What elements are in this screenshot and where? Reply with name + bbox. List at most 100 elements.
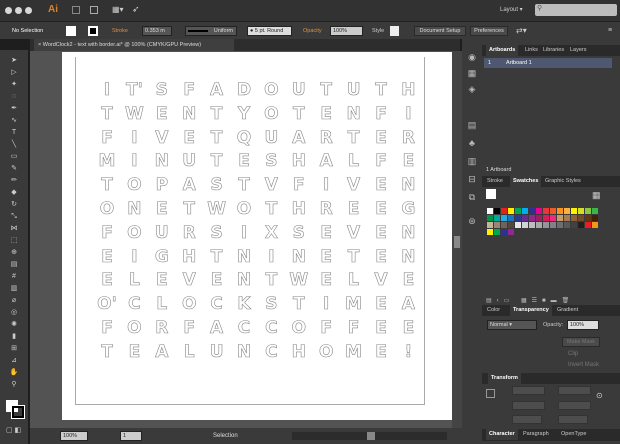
tab-links[interactable]: Links — [522, 45, 541, 56]
gradient-tool-icon[interactable]: ▥ — [9, 284, 19, 293]
shape-builder-tool-icon[interactable]: ⊕ — [9, 248, 19, 257]
color-swatch[interactable] — [578, 208, 584, 214]
color-swatch[interactable] — [494, 208, 500, 214]
tab-paragraph[interactable]: Paragraph — [520, 429, 552, 440]
zoom-window-button[interactable] — [25, 7, 32, 14]
mesh-tool-icon[interactable]: # — [9, 272, 19, 281]
magic-wand-tool-icon[interactable]: ✦ — [9, 80, 19, 89]
artboard-number-input[interactable]: 1 — [120, 431, 142, 441]
tab-transparency[interactable]: Transparency — [510, 305, 552, 316]
search-input[interactable]: ⚲ — [535, 4, 617, 16]
clip-checkbox[interactable]: Clip — [568, 351, 578, 357]
tab-graphic-styles[interactable]: Graphic Styles — [542, 176, 584, 187]
color-swatch[interactable] — [487, 222, 493, 228]
color-swatch[interactable] — [592, 222, 598, 228]
grid-view-icon[interactable]: ▦ — [592, 190, 601, 201]
tab-character[interactable]: Character — [486, 429, 518, 440]
symbols-icon[interactable]: ♣ — [466, 137, 478, 149]
y-field[interactable] — [512, 401, 545, 410]
stroke-weight-input[interactable]: 0.353 m — [142, 26, 172, 36]
graphic-style-swatch[interactable] — [390, 26, 399, 36]
color-swatch[interactable] — [571, 215, 577, 221]
vertical-scrollbar[interactable] — [452, 51, 462, 428]
document-setup-button[interactable]: Document Setup — [414, 26, 466, 36]
tab-color[interactable]: Color — [484, 305, 503, 316]
make-mask-button[interactable]: Make Mask — [562, 337, 600, 347]
tab-artboards[interactable]: Artboards — [486, 45, 519, 56]
arrange-icon[interactable]: ⇄▾ — [516, 26, 527, 35]
free-transform-tool-icon[interactable]: ⬚ — [9, 236, 19, 245]
brushes-icon[interactable]: ▤ — [466, 119, 478, 131]
tab-libraries[interactable]: Libraries — [540, 45, 567, 56]
paintbrush-tool-icon[interactable]: ✎ — [9, 164, 19, 173]
eyedropper-tool-icon[interactable]: ⌀ — [9, 296, 19, 305]
color-swatch[interactable] — [578, 222, 584, 228]
height-field[interactable] — [558, 401, 591, 410]
color-swatch[interactable] — [557, 222, 563, 228]
opacity-label[interactable]: Opacity — [303, 28, 322, 34]
direct-selection-tool-icon[interactable]: ▷ — [9, 68, 19, 77]
color-swatch[interactable] — [543, 215, 549, 221]
color-swatch[interactable] — [522, 222, 528, 228]
gpu-rocket-icon[interactable]: ➶ — [132, 4, 140, 15]
color-swatch[interactable] — [501, 215, 507, 221]
eraser-tool-icon[interactable]: ◆ — [9, 188, 19, 197]
preferences-button[interactable]: Preferences — [470, 26, 508, 36]
color-swatch[interactable] — [494, 222, 500, 228]
align-icon[interactable]: ⊟ — [466, 173, 478, 185]
column-graph-tool-icon[interactable]: ▮ — [9, 332, 19, 341]
rotate-field[interactable] — [512, 415, 542, 424]
selection-tool-icon[interactable]: ➤ — [9, 56, 19, 65]
color-swatch[interactable] — [522, 215, 528, 221]
color-swatch[interactable] — [529, 222, 535, 228]
stroke-swatch[interactable] — [88, 26, 98, 36]
color-swatch[interactable] — [515, 215, 521, 221]
minimize-window-button[interactable] — [15, 7, 22, 14]
color-swatch[interactable] — [557, 208, 563, 214]
shear-field[interactable] — [558, 415, 588, 424]
tab-layers[interactable]: Layers — [567, 45, 590, 56]
tab-gradient[interactable]: Gradient — [554, 305, 581, 316]
current-tool-status[interactable]: Selection — [213, 433, 238, 439]
color-swatch[interactable] — [550, 215, 556, 221]
stroke-color[interactable] — [11, 405, 25, 419]
color-swatch[interactable] — [585, 222, 591, 228]
color-swatch[interactable] — [515, 208, 521, 214]
constrain-proportions-icon[interactable]: ⊙ — [596, 391, 603, 400]
horizontal-scrollbar[interactable] — [292, 432, 447, 440]
zoom-tool-icon[interactable]: ⚲ — [9, 380, 19, 389]
color-swatch[interactable] — [501, 229, 507, 235]
line-tool-icon[interactable]: ╲ — [9, 140, 19, 149]
pencil-tool-icon[interactable]: ✏ — [9, 176, 19, 185]
color-swatch[interactable] — [494, 229, 500, 235]
artboard-tool-icon[interactable]: ⊞ — [9, 344, 19, 353]
rectangle-tool-icon[interactable]: ▭ — [9, 152, 19, 161]
workspace-switcher[interactable]: Layout ▾ — [500, 6, 523, 13]
transparency-opacity-input[interactable]: 100% — [567, 320, 599, 330]
pen-tool-icon[interactable]: ✒ — [9, 104, 19, 113]
color-swatch[interactable] — [543, 222, 549, 228]
color-swatch[interactable] — [536, 222, 542, 228]
stroke-label[interactable]: Stroke — [112, 28, 128, 34]
color-swatch[interactable] — [557, 215, 563, 221]
color-swatch[interactable] — [487, 229, 493, 235]
bridge-icon[interactable] — [72, 6, 80, 14]
color-swatch[interactable] — [508, 215, 514, 221]
color-panel-icon[interactable]: ◉ — [466, 51, 478, 63]
blend-tool-icon[interactable]: ◎ — [9, 308, 19, 317]
color-swatch[interactable] — [515, 222, 521, 228]
color-swatch[interactable] — [592, 208, 598, 214]
color-swatch[interactable] — [543, 208, 549, 214]
reference-point-icon[interactable] — [486, 389, 495, 398]
artboard-list-item[interactable]: 1 Artboard 1 — [484, 58, 612, 68]
opacity-input[interactable]: 100% — [330, 26, 363, 36]
pathfinder-icon[interactable]: ⧉ — [466, 191, 478, 203]
color-swatch[interactable] — [536, 215, 542, 221]
swatch-fill[interactable] — [486, 189, 496, 199]
tab-opentype[interactable]: OpenType — [558, 429, 589, 440]
lasso-tool-icon[interactable]: ◌ — [9, 92, 19, 101]
document-tab[interactable]: × WordClock2 - text with border.ai* @ 10… — [30, 39, 460, 51]
x-field[interactable] — [512, 386, 545, 395]
color-swatch[interactable] — [529, 208, 535, 214]
color-swatch[interactable] — [501, 222, 507, 228]
